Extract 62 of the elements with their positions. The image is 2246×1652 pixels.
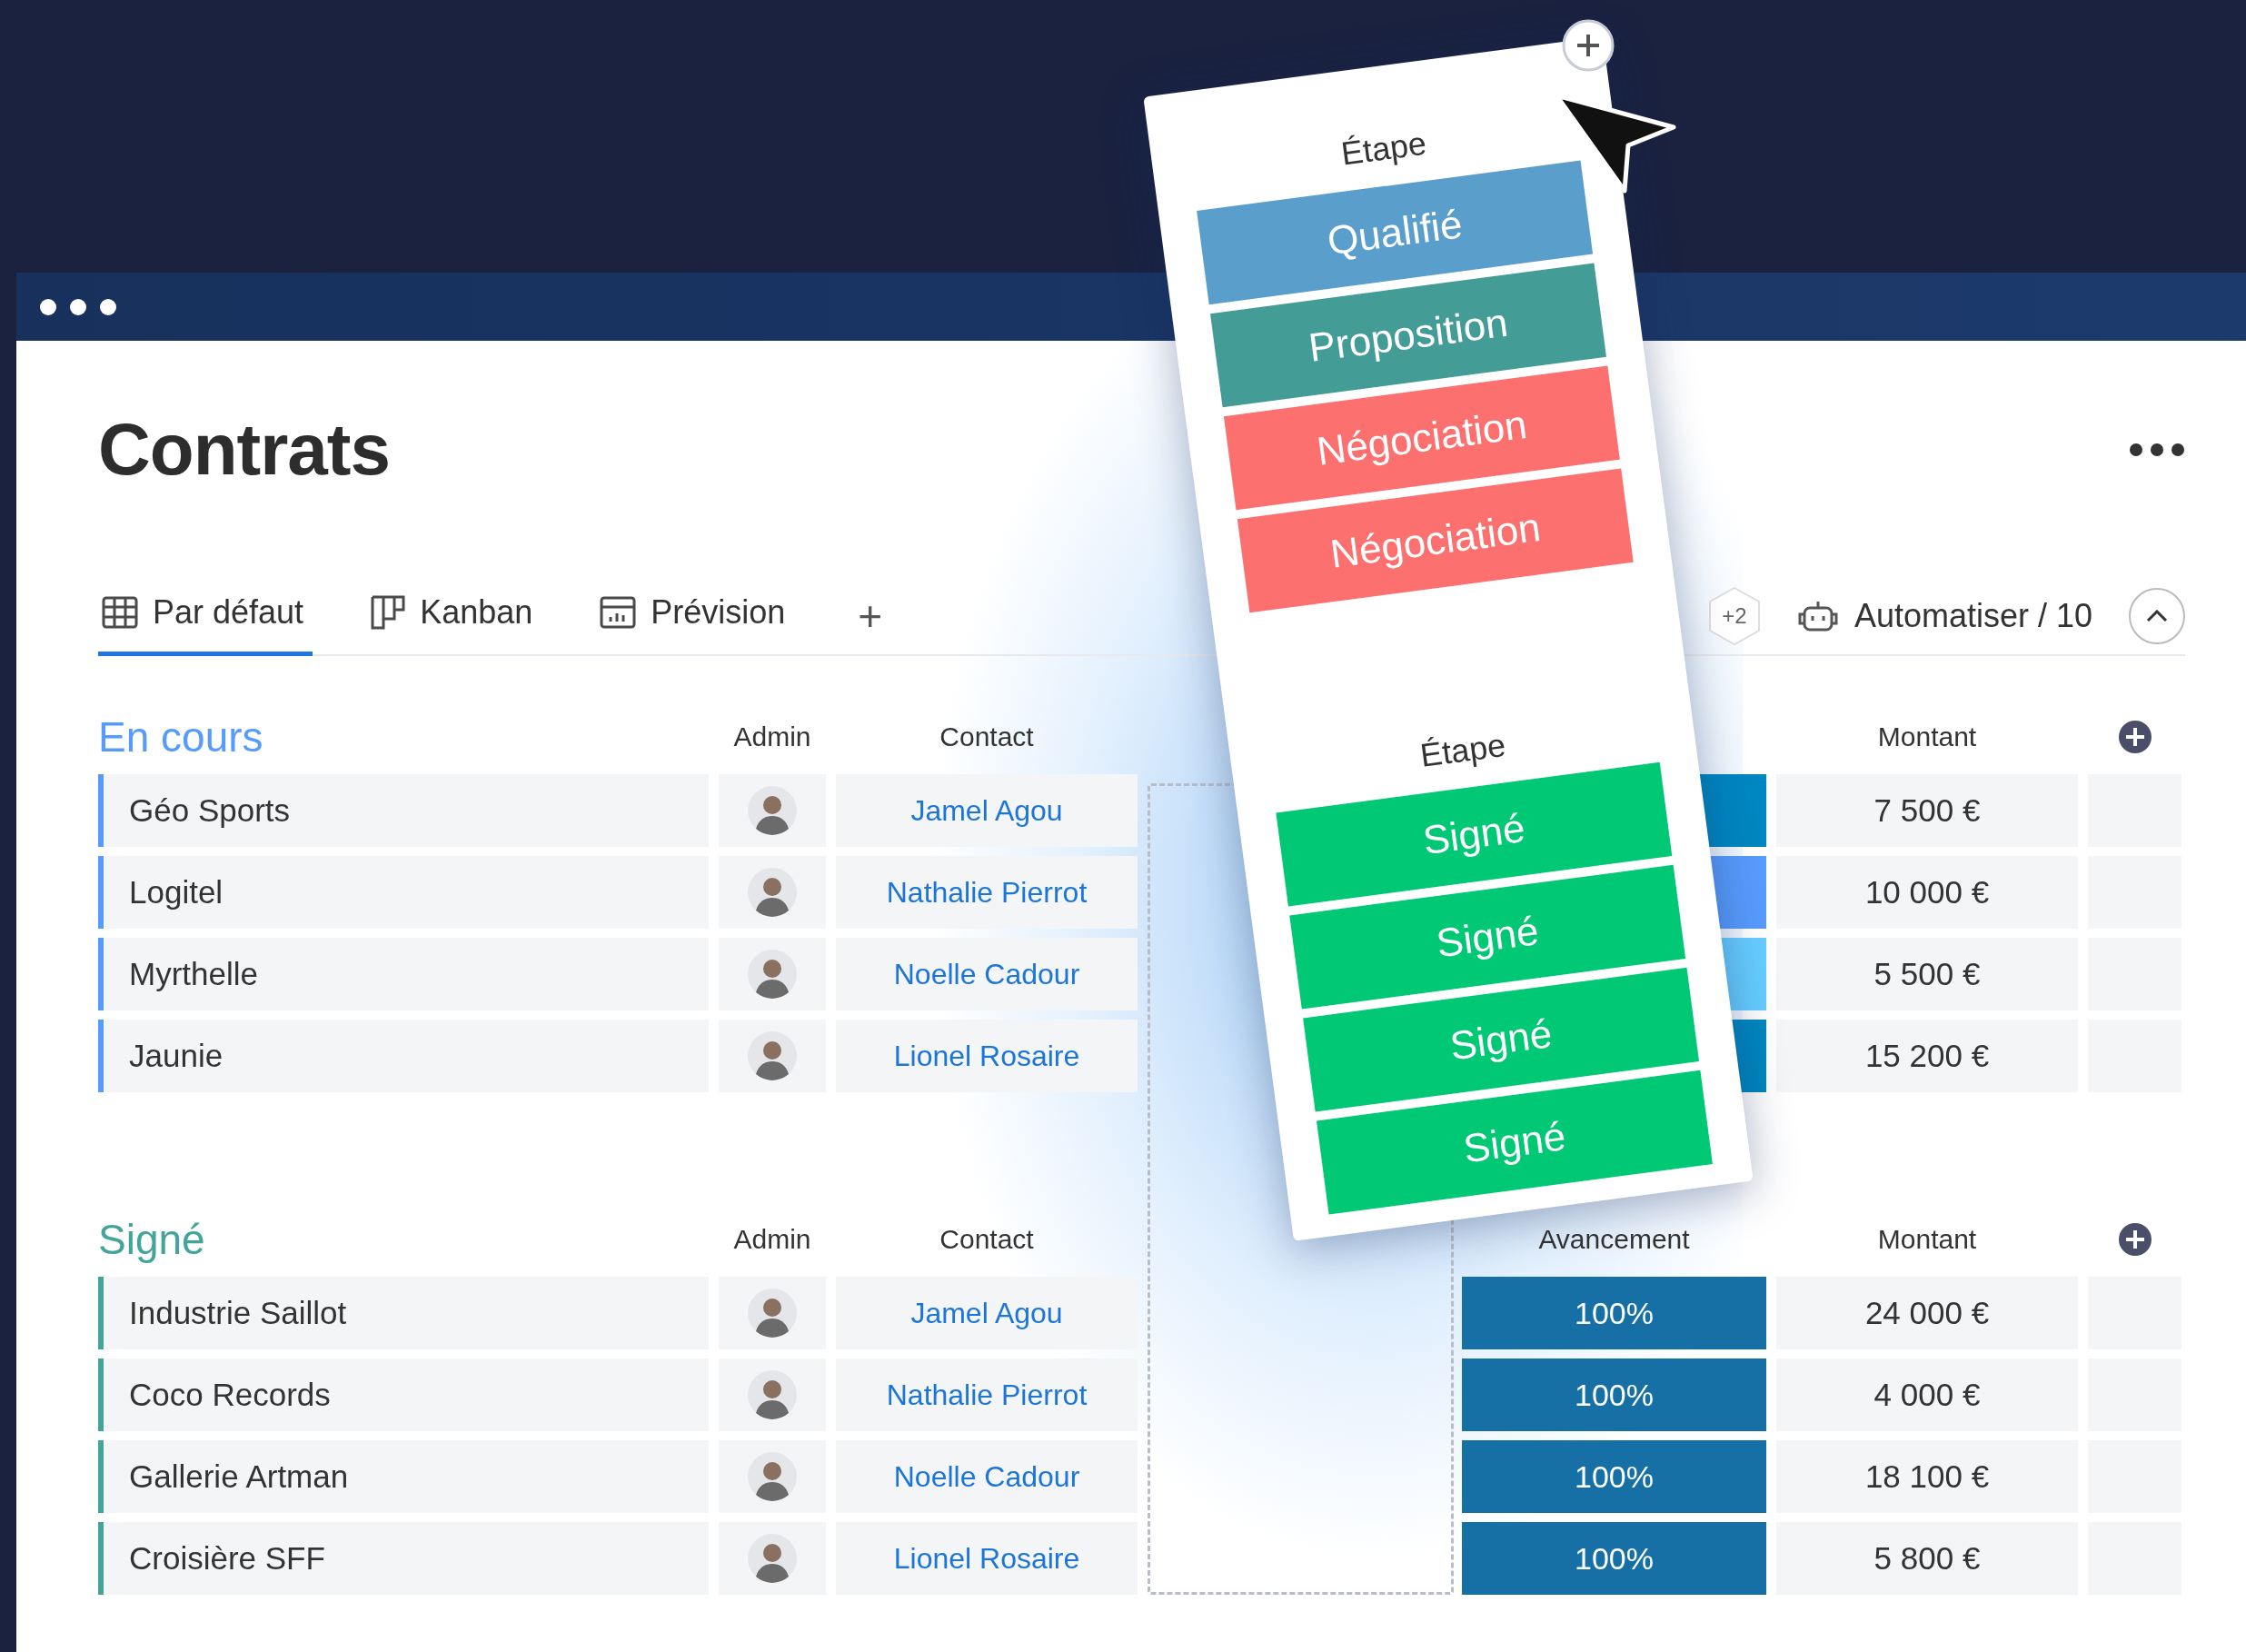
contact-cell[interactable]: Jamel Agou: [836, 774, 1138, 847]
item-name-cell[interactable]: Myrthelle: [98, 938, 709, 1010]
amount-cell: 10 000 €: [1776, 856, 2078, 929]
automate-button[interactable]: Automatiser / 10: [1797, 596, 2092, 635]
column-header: Admin: [733, 1224, 811, 1255]
contact-cell[interactable]: Lionel Rosaire: [836, 1020, 1138, 1092]
avatar-icon: [747, 867, 798, 918]
item-name-cell[interactable]: Croisière SFF: [98, 1522, 709, 1595]
add-view-button[interactable]: +: [849, 592, 892, 639]
member-count-badge[interactable]: +2: [1706, 585, 1762, 646]
item-name-cell[interactable]: Coco Records: [98, 1358, 709, 1431]
contact-cell[interactable]: Nathalie Pierrot: [836, 856, 1138, 929]
progress-cell: 100%: [1462, 1277, 1766, 1349]
contact-cell[interactable]: Noelle Cadour: [836, 938, 1138, 1010]
robot-icon: [1797, 599, 1838, 632]
group-title[interactable]: Signé: [98, 1215, 709, 1264]
view-tab[interactable]: Kanban: [367, 577, 542, 656]
progress-cell: 100%: [1462, 1522, 1766, 1595]
item-name-cell[interactable]: Géo Sports: [98, 774, 709, 847]
amount-cell: 5 500 €: [1776, 938, 2078, 1010]
contact-cell[interactable]: Jamel Agou: [836, 1277, 1138, 1349]
board-title: Contrats: [98, 408, 390, 492]
item-name-cell[interactable]: Jaunie: [98, 1020, 709, 1092]
avatar-icon: [747, 1369, 798, 1420]
contact-cell[interactable]: Noelle Cadour: [836, 1440, 1138, 1513]
avatar-icon: [747, 949, 798, 1000]
progress-cell: 100%: [1462, 1440, 1766, 1513]
window-dots-icon: [39, 297, 117, 316]
amount-cell: 4 000 €: [1776, 1358, 2078, 1431]
column-header: Montant: [1877, 722, 1977, 752]
view-tab[interactable]: Par défaut: [98, 577, 313, 656]
kanban-icon: [371, 595, 406, 630]
plus-icon[interactable]: [1561, 18, 1615, 73]
item-name-cell[interactable]: Logitel: [98, 856, 709, 929]
table-icon: [102, 596, 138, 629]
contact-cell[interactable]: Lionel Rosaire: [836, 1522, 1138, 1595]
column-header: Contact: [939, 722, 1034, 752]
column-header: Admin: [733, 722, 811, 752]
view-tab[interactable]: Prévision: [596, 577, 795, 656]
avatar-icon: [747, 1533, 798, 1584]
add-column-icon[interactable]: [2117, 720, 2152, 754]
add-column-icon[interactable]: [2117, 1222, 2152, 1257]
item-name-cell[interactable]: Industrie Saillot: [98, 1277, 709, 1349]
column-header: Avancement: [1538, 1224, 1690, 1255]
amount-cell: 24 000 €: [1776, 1277, 2078, 1349]
amount-cell: 15 200 €: [1776, 1020, 2078, 1092]
column-header: Contact: [939, 1224, 1034, 1255]
avatar-icon: [747, 1030, 798, 1081]
column-header: Montant: [1877, 1224, 1977, 1255]
avatar-icon: [747, 1288, 798, 1339]
amount-cell: 5 800 €: [1776, 1522, 2078, 1595]
amount-cell: 7 500 €: [1776, 774, 2078, 847]
item-name-cell[interactable]: Gallerie Artman: [98, 1440, 709, 1513]
group-title[interactable]: En cours: [98, 712, 709, 761]
progress-cell: 100%: [1462, 1358, 1766, 1431]
chart-icon: [600, 596, 637, 629]
contact-cell[interactable]: Nathalie Pierrot: [836, 1358, 1138, 1431]
amount-cell: 18 100 €: [1776, 1440, 2078, 1513]
avatar-icon: [747, 1451, 798, 1502]
chevron-up-icon: [2146, 609, 2168, 622]
more-icon[interactable]: [2129, 443, 2185, 457]
avatar-icon: [747, 785, 798, 836]
